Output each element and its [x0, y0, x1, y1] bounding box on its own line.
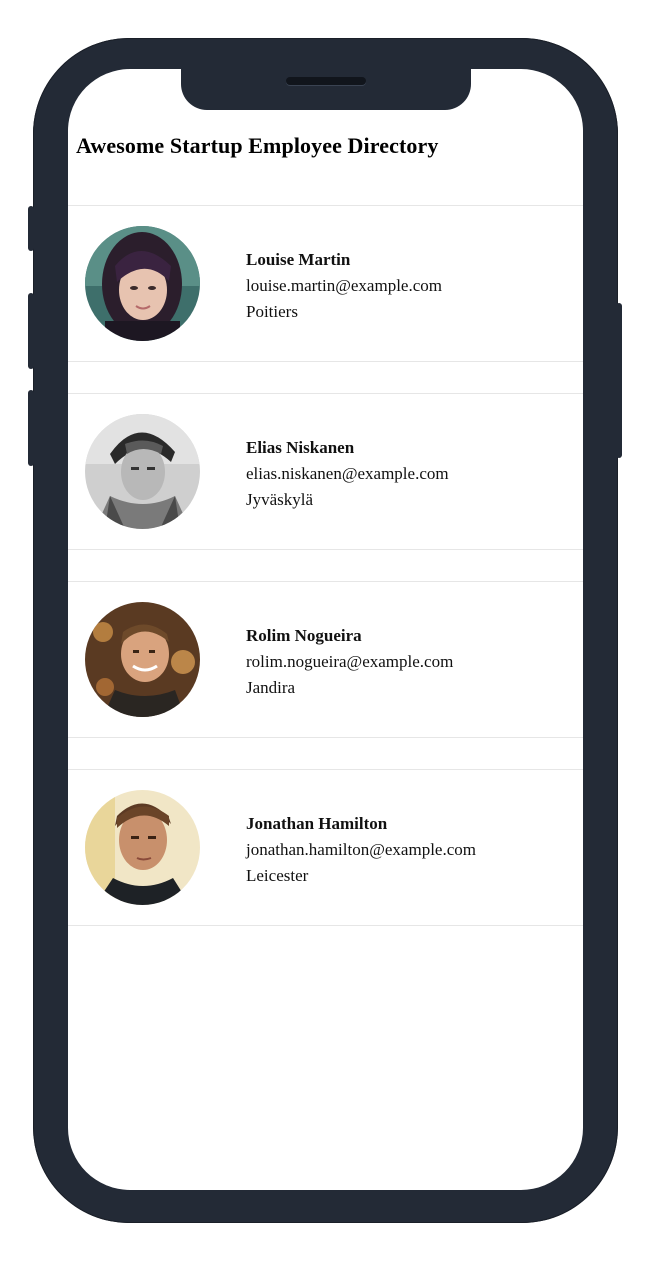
speaker-grille	[286, 77, 366, 85]
page-title: Awesome Startup Employee Directory	[76, 133, 439, 158]
phone-frame: Awesome Startup Employee Directory Louis…	[28, 38, 622, 1223]
employee-city: Poitiers	[246, 302, 298, 321]
volume-up-button	[28, 293, 34, 369]
volume-down-button	[28, 390, 34, 466]
employee-card[interactable]: Louise Martin louise.martin@example.com …	[68, 205, 583, 362]
employee-name: Rolim Nogueira	[246, 626, 362, 645]
silent-switch	[28, 206, 34, 251]
employee-city: Leicester	[246, 866, 309, 885]
employee-info: Jonathan Hamilton jonathan.hamilton@exam…	[246, 811, 476, 889]
notch	[181, 69, 471, 110]
avatar	[85, 414, 200, 529]
employee-name: Louise Martin	[246, 250, 351, 269]
employee-info: Elias Niskanen elias.niskanen@example.co…	[246, 435, 449, 513]
phone-screen: Awesome Startup Employee Directory Louis…	[68, 69, 583, 1190]
employee-card[interactable]: Jonathan Hamilton jonathan.hamilton@exam…	[68, 769, 583, 926]
employee-name: Elias Niskanen	[246, 438, 355, 457]
employee-email: rolim.nogueira@example.com	[246, 652, 454, 671]
employee-info: Rolim Nogueira rolim.nogueira@example.co…	[246, 623, 453, 701]
employee-card[interactable]: Elias Niskanen elias.niskanen@example.co…	[68, 393, 583, 550]
employee-email: elias.niskanen@example.com	[246, 464, 449, 483]
avatar	[85, 602, 200, 717]
avatar	[85, 226, 200, 341]
avatar	[85, 790, 200, 905]
employee-card[interactable]: Rolim Nogueira rolim.nogueira@example.co…	[68, 581, 583, 738]
employee-info: Louise Martin louise.martin@example.com …	[246, 247, 442, 325]
employee-list: Louise Martin louise.martin@example.com …	[68, 205, 583, 957]
power-button	[616, 303, 622, 458]
employee-email: jonathan.hamilton@example.com	[246, 840, 476, 859]
employee-name: Jonathan Hamilton	[246, 814, 388, 833]
employee-city: Jyväskylä	[246, 490, 314, 509]
employee-email: louise.martin@example.com	[246, 276, 442, 295]
employee-city: Jandira	[246, 678, 296, 697]
